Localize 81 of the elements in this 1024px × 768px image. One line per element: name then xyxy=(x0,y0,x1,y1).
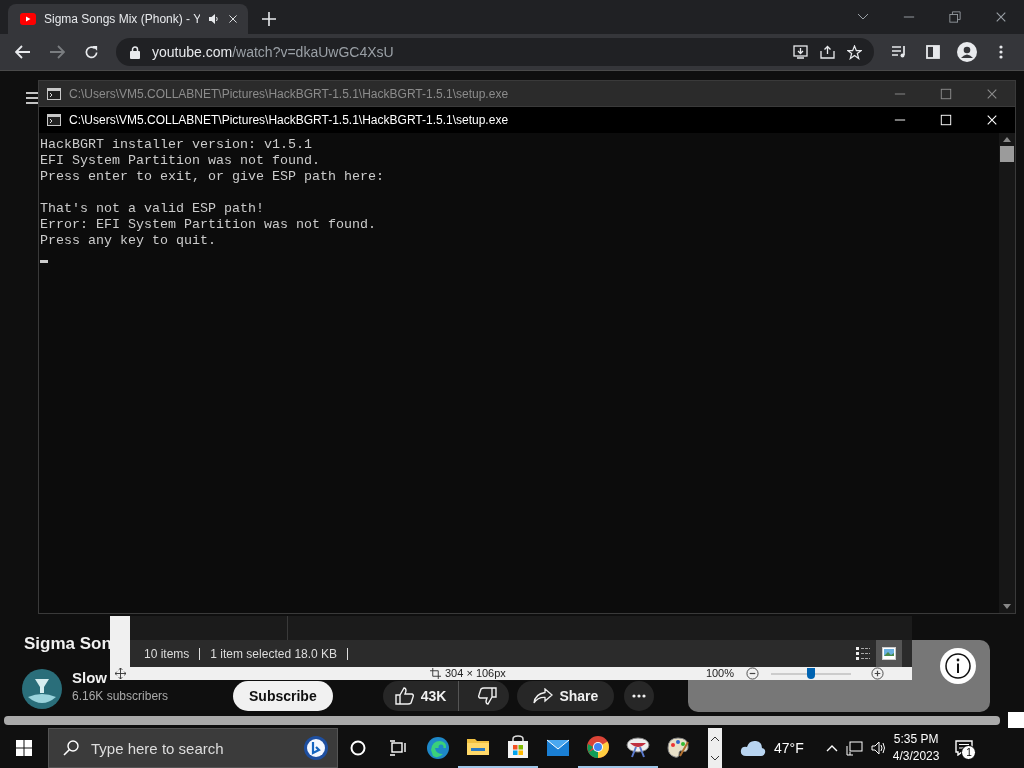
notification-badge: 1 xyxy=(961,745,977,760)
preview-view-button[interactable] xyxy=(876,640,902,667)
item-count: 10 items xyxy=(144,647,201,660)
clock-time[interactable]: 5:35 PM xyxy=(893,731,939,748)
scroll-down-icon[interactable] xyxy=(1003,604,1011,609)
console-line: EFI System Partition was not found. xyxy=(40,153,321,169)
notification-icon[interactable] xyxy=(955,740,974,756)
page-corner xyxy=(1008,712,1024,728)
share-icon[interactable] xyxy=(820,45,835,59)
cloud-icon[interactable] xyxy=(740,739,766,757)
console-app-icon xyxy=(47,88,61,100)
shopping-bag-icon xyxy=(506,735,530,759)
circle-icon[interactable] xyxy=(350,740,366,756)
media-list-icon[interactable] xyxy=(891,45,907,59)
restore-icon[interactable] xyxy=(949,11,961,23)
swirl-app-icon xyxy=(426,736,450,760)
console-app-icon xyxy=(47,114,61,126)
console-line: Error: EFI System Partition was not found. xyxy=(40,217,377,233)
back-icon[interactable] xyxy=(15,45,31,59)
video-site-icon xyxy=(20,13,36,25)
chat-bubble-icon[interactable] xyxy=(303,735,329,761)
tab-search-icon[interactable] xyxy=(857,13,869,21)
scroll-down-icon[interactable] xyxy=(711,755,719,761)
network-icon[interactable] xyxy=(845,740,863,756)
share-button[interactable]: Share xyxy=(517,681,615,711)
windows-logo-icon[interactable] xyxy=(16,740,32,756)
lock-icon xyxy=(130,45,140,59)
share-arrow-icon xyxy=(533,688,554,704)
satellite-dish-icon xyxy=(626,735,650,759)
scroll-thumb[interactable] xyxy=(1000,146,1014,162)
thumbs-up-icon xyxy=(394,687,415,705)
palette-icon xyxy=(666,736,690,760)
star-icon[interactable] xyxy=(847,44,862,60)
menu-icon[interactable] xyxy=(26,91,38,105)
browser-tab[interactable]: Sigma Songs Mix (Phonk) - Y xyxy=(8,4,248,34)
taskbar-scroller[interactable] xyxy=(708,728,722,768)
subscriber-count: 6.16K subscribers xyxy=(72,689,169,703)
weather-temperature[interactable]: 47°F xyxy=(774,740,804,756)
console-line: HackBGRT installer version: v1.5.1 xyxy=(40,137,313,153)
thumbs-down-icon xyxy=(477,687,498,705)
search-icon xyxy=(63,740,79,756)
zoom-out-icon[interactable] xyxy=(746,667,759,680)
slider-thumb[interactable] xyxy=(807,667,815,679)
channel-avatar-icon[interactable] xyxy=(22,669,62,709)
search-input[interactable]: Type here to search xyxy=(89,738,293,758)
selection-info: 1 item selected 18.0 KB xyxy=(210,647,349,660)
speaker-icon[interactable] xyxy=(208,13,220,25)
zoom-level: 100% xyxy=(705,667,734,680)
round-browser-icon xyxy=(586,735,610,759)
new-tab-icon[interactable] xyxy=(262,12,276,26)
console-line: That's not a valid ESP path! xyxy=(40,201,265,217)
taskbar-search-bar[interactable]: Type here to search xyxy=(48,728,338,768)
console-line: Press enter to exit, or give ESP path here: xyxy=(40,169,385,185)
chevron-up-icon[interactable] xyxy=(825,744,838,752)
image-dimensions: 304 × 106px xyxy=(445,667,506,680)
channel-name[interactable]: Slow xyxy=(72,669,107,686)
volume-icon[interactable] xyxy=(870,741,887,755)
zoom-in-icon[interactable] xyxy=(871,667,884,680)
menu-dots-icon[interactable] xyxy=(999,45,1003,59)
info-icon[interactable] xyxy=(940,648,976,684)
details-list-icon xyxy=(856,647,870,660)
window-title-bar[interactable]: C:\Users\VM5.COLLABNET\Pictures\HackBGRT-1.5.1\HackBGRT-1.5.1\setup.exe xyxy=(39,107,1015,133)
close-icon[interactable] xyxy=(995,11,1007,23)
horizontal-scrollbar[interactable] xyxy=(4,715,1000,725)
more-dots-icon xyxy=(632,694,647,698)
task-view-icon[interactable] xyxy=(389,740,407,756)
clock-date[interactable]: 4/3/2023 xyxy=(892,748,940,765)
move-icon[interactable] xyxy=(114,668,126,679)
scrollbar[interactable] xyxy=(999,133,1015,613)
profile-icon[interactable] xyxy=(957,42,977,62)
address-field[interactable]: youtube.com/watch?v=dkaUwGC4XsU xyxy=(116,38,874,66)
scroll-up-icon[interactable] xyxy=(711,735,719,741)
install-icon[interactable] xyxy=(793,45,808,59)
reload-icon[interactable] xyxy=(83,44,99,60)
console-line: Press any key to quit. xyxy=(40,233,217,249)
subscribe-button[interactable]: Subscribe xyxy=(233,681,333,711)
video-title: Sigma Son xyxy=(24,633,112,655)
side-panel-icon[interactable] xyxy=(926,45,940,59)
more-button[interactable] xyxy=(624,681,655,711)
scroll-up-icon[interactable] xyxy=(1003,137,1011,142)
image-preview-icon xyxy=(882,647,896,660)
